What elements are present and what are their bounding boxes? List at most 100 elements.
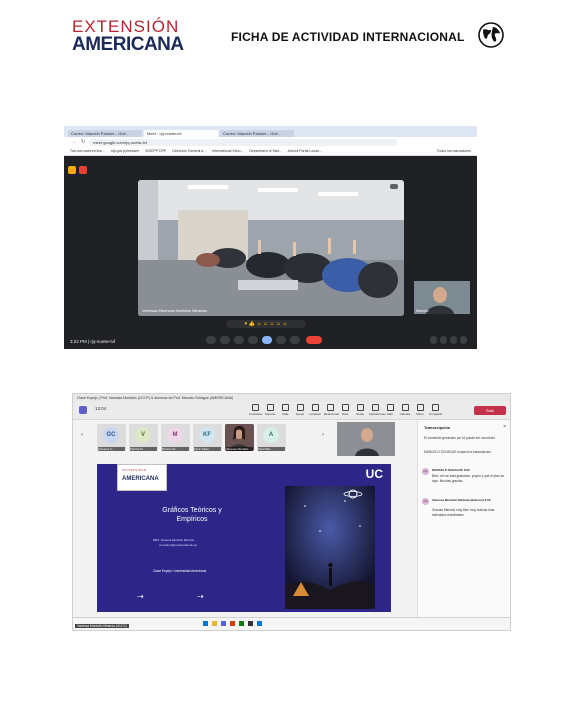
toolbar-item-label: Gente xyxy=(295,412,305,416)
more-options-button[interactable] xyxy=(290,336,300,344)
participant-tile-video[interactable]: Vanessa Montaño xyxy=(225,424,254,451)
slide-title: Gráficos Teóricos y Empíricos xyxy=(162,507,222,523)
back-icon[interactable]: ← xyxy=(72,139,77,145)
meeting-clock: 13:04 xyxy=(95,406,107,411)
bookmark[interactable]: Two-toe.www.en line... xyxy=(70,149,105,153)
leave-button[interactable]: Salir xyxy=(474,406,506,415)
toolbar-item[interactable]: Aplicaciones xyxy=(369,404,386,416)
bookmark[interactable]: Alumni Portal Londo... xyxy=(288,149,322,153)
participant-tile[interactable]: GC Giovanni C... xyxy=(97,424,126,451)
classroom-scene xyxy=(138,180,404,316)
participant-tile[interactable]: A Sara Pilar... xyxy=(257,424,286,451)
slide-logo-bottom: AMERICANA xyxy=(122,476,159,482)
transcript-text: Bien, ahí se está grabando, propio y que… xyxy=(432,474,504,483)
bookmark[interactable]: Todos los marcadores xyxy=(437,149,471,153)
speaker-avatar: MS xyxy=(422,468,429,475)
browser-tab-active[interactable]: Meet - rjq-nuetw-tvf xyxy=(144,130,218,137)
app-icon[interactable] xyxy=(230,621,235,626)
participant-name: Giovanni C... xyxy=(98,447,125,451)
chevron-right-icon[interactable]: › xyxy=(322,432,324,438)
bookmark[interactable]: Dirección General d... xyxy=(172,149,206,153)
self-view-name: Marcelo xyxy=(416,309,429,313)
toolbar-item[interactable]: Cámara xyxy=(399,404,411,416)
app-icon[interactable] xyxy=(257,621,262,626)
chat-button[interactable] xyxy=(450,336,457,344)
camera-tile xyxy=(337,422,395,456)
avatar: GC xyxy=(103,427,119,443)
avatar: A xyxy=(263,427,279,443)
participant-strip: GC Giovanni C... V Patricia M... M Moren… xyxy=(97,424,286,451)
captions-button[interactable] xyxy=(234,336,244,344)
extension-americana-logo: EXTENSIÓN AMERICANA xyxy=(72,18,184,55)
toolbar-item-label: Vista xyxy=(341,412,349,416)
document-title: FICHA DE ACTIVIDAD INTERNACIONAL xyxy=(231,30,465,44)
participant-tile[interactable]: V Patricia M... xyxy=(129,424,158,451)
info-button[interactable] xyxy=(430,336,437,344)
present-button[interactable] xyxy=(262,336,272,344)
toolbar-item[interactable]: Reaccionar xyxy=(324,404,340,416)
avatar: V xyxy=(135,427,151,443)
toolbar-item[interactable]: Contactos xyxy=(249,404,263,416)
toolbar-item[interactable]: Soporte xyxy=(264,404,276,416)
participant-name: Sara Pilar... xyxy=(258,447,285,451)
toolbar-item[interactable]: Micro xyxy=(414,404,426,416)
hang-up-button[interactable] xyxy=(306,336,322,344)
slide-subtitle: Clase Espejo: Universidad Americana xyxy=(153,569,207,573)
close-icon[interactable]: × xyxy=(503,424,506,430)
app-icon[interactable] xyxy=(203,621,208,626)
reactions-bar[interactable]: ♥ 👍 ☺ ☺ ☺ ☺ ☺ xyxy=(226,320,306,328)
toolbar-item-label: Micro xyxy=(416,412,424,416)
mic-button[interactable] xyxy=(206,336,216,344)
slide-photo xyxy=(285,486,375,609)
slide-email: vmontanu@continental.edu.pe xyxy=(159,543,197,547)
avatar: KF xyxy=(199,427,215,443)
browser-tab[interactable]: Correo: Marcelo Pastore - Outl... xyxy=(220,130,294,137)
toolbar-item-label: Reaccionar xyxy=(324,412,340,416)
logo-line-2: AMERICANA xyxy=(72,34,184,55)
transcription-panel: Transcripción × El contenido generado po… xyxy=(417,420,510,617)
speaker-name: Vanessa Montaño Miranda (Externo) 9:02 xyxy=(432,498,491,502)
bookmark[interactable]: SIGEPP DPP xyxy=(145,149,166,153)
app-icon[interactable] xyxy=(239,621,244,626)
toolbar-item-label: Soporte xyxy=(264,412,276,416)
participant-name: Kevin Salaz... xyxy=(194,447,221,451)
record-icon[interactable] xyxy=(79,166,87,174)
toolbar-item[interactable]: Compartir xyxy=(429,404,442,416)
app-icon[interactable] xyxy=(248,621,253,626)
bookmarks-bar: Two-toe.www.en line... sfp.gov.py/besser… xyxy=(64,147,477,156)
toolbar-item[interactable]: Gente xyxy=(294,404,306,416)
transcript-text: Gracias Marcelo muy bien muy buenas días… xyxy=(432,508,495,517)
arrow-icon: ⇢ xyxy=(137,592,144,601)
activities-button[interactable] xyxy=(460,336,467,344)
participant-name: Patricia M... xyxy=(130,447,157,451)
emoji-button[interactable] xyxy=(248,336,258,344)
presenter-tag: Vanessa Montaño Miranda (UUCC) xyxy=(75,624,130,628)
taskbar-apps xyxy=(203,621,262,626)
chevron-left-icon[interactable]: ‹ xyxy=(81,432,83,438)
toolbar-item[interactable]: Vista xyxy=(339,404,351,416)
toolbar-item[interactable]: Chat xyxy=(279,404,291,416)
participant-tile[interactable]: M Moreno Mi... xyxy=(161,424,190,451)
app-icon[interactable] xyxy=(212,621,217,626)
app-icon[interactable] xyxy=(221,621,226,626)
toolbar-item[interactable]: Más xyxy=(384,404,396,416)
participant-tile[interactable]: KF Kevin Salaz... xyxy=(193,424,222,451)
speaker-avatar: VM xyxy=(422,498,429,505)
people-button[interactable] xyxy=(440,336,447,344)
browser-tab[interactable]: Correo: Marcelo Pastore - Outl... xyxy=(68,130,142,137)
reload-icon[interactable]: ↻ xyxy=(81,139,85,145)
slide-logo-top: UNIVERSIDAD xyxy=(122,469,147,472)
toolbar-item[interactable]: Notas xyxy=(354,404,366,416)
meet-app-icon[interactable] xyxy=(68,166,76,174)
raise-hand-button[interactable] xyxy=(276,336,286,344)
address-bar: ← ↻ meet.google.com/rjq-nuetw-tvf xyxy=(64,137,477,147)
url-field[interactable]: meet.google.com/rjq-nuetw-tvf xyxy=(89,138,398,146)
globe-icon xyxy=(478,22,504,48)
classroom-video-feed: Vanessa Eleonora Montaño Miranda xyxy=(138,180,404,316)
bookmark[interactable]: Department of Stat... xyxy=(249,149,281,153)
bookmark[interactable]: sfp.gov.py/besser/ xyxy=(111,149,139,153)
browser-tab-strip: Correo: Marcelo Pastore - Outl... Meet -… xyxy=(64,126,477,137)
bookmark[interactable]: International Scho... xyxy=(212,149,243,153)
toolbar-item[interactable]: Levantar xyxy=(309,404,321,416)
camera-button[interactable] xyxy=(220,336,230,344)
